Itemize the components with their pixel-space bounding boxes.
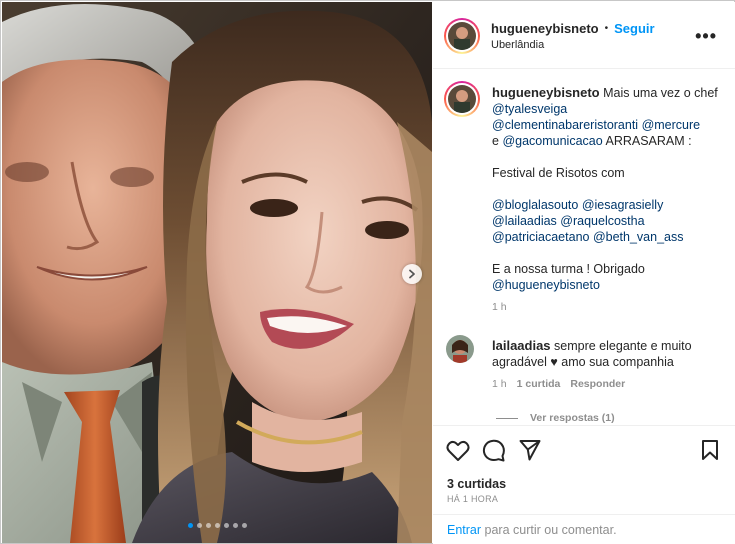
caption-text: e	[492, 134, 499, 148]
mention-link[interactable]: @tyalesveiga	[492, 102, 567, 116]
photo-image	[2, 2, 432, 543]
mention-link[interactable]: @mercure	[642, 118, 701, 132]
share-icon[interactable]	[519, 439, 541, 461]
carousel-dot	[232, 523, 238, 528]
post-header: hugueneybisneto • Seguir Uberlândia •••	[433, 2, 735, 69]
replies-divider	[496, 417, 518, 419]
mention-link[interactable]: @patriciacaetano	[492, 230, 589, 244]
caption-text: Mais uma vez o chef	[603, 86, 718, 100]
mention-link[interactable]: @raquelcostha	[560, 214, 644, 228]
commenter-avatar[interactable]	[446, 335, 474, 363]
caption-text: Festival de Risotos com	[492, 166, 625, 180]
mention-link[interactable]: @bloglalasouto	[492, 198, 578, 212]
avatar-image	[448, 85, 476, 113]
post-location[interactable]: Uberlândia	[491, 39, 544, 51]
separator-dot: •	[604, 23, 609, 34]
comment-timestamp[interactable]: 1 h	[492, 376, 507, 392]
view-replies-button[interactable]: Ver respostas (1)	[530, 410, 615, 426]
caption-text: E a nossa turma ! Obrigado	[492, 262, 645, 276]
heart-icon[interactable]	[446, 440, 470, 462]
commenter-username[interactable]: lailaadias	[492, 338, 551, 353]
post-side-panel: hugueneybisneto • Seguir Uberlândia ••• …	[433, 2, 735, 544]
carousel-dot	[187, 523, 193, 528]
mention-link[interactable]: @iesagrasielly	[582, 198, 663, 212]
more-options-icon[interactable]: •••	[695, 26, 717, 47]
carousel-dot	[241, 523, 247, 528]
chevron-right-icon	[409, 269, 415, 279]
carousel-dot	[196, 523, 202, 528]
post-photo[interactable]	[2, 2, 432, 543]
follow-button[interactable]: Seguir	[614, 21, 654, 36]
mention-link[interactable]: @hugueneybisneto	[492, 278, 600, 292]
author-username[interactable]: hugueneybisneto	[491, 21, 599, 36]
comment-item: lailaadias sempre elegante e muito agrad…	[492, 338, 724, 426]
avatar-image	[448, 22, 476, 50]
reply-button[interactable]: Responder	[570, 376, 625, 392]
caption-timestamp[interactable]: 1 h	[492, 299, 724, 315]
carousel-indicator	[2, 523, 432, 528]
mention-link[interactable]: @gacomunicacao	[502, 134, 602, 148]
caption-author-avatar[interactable]	[444, 81, 480, 117]
post-dialog: hugueneybisneto • Seguir Uberlândia ••• …	[0, 0, 735, 544]
carousel-dot	[205, 523, 211, 528]
post-caption: hugueneybisneto Mais uma vez o chef @tya…	[492, 85, 724, 315]
mention-link[interactable]: @beth_van_ass	[593, 230, 684, 244]
caption-username[interactable]: hugueneybisneto	[492, 85, 600, 100]
comment-text: amo sua companhia	[561, 355, 674, 369]
author-avatar[interactable]	[444, 18, 480, 54]
carousel-next-button[interactable]	[402, 264, 422, 284]
login-prompt-text: para curtir ou comentar.	[484, 523, 617, 537]
bookmark-icon[interactable]	[701, 439, 719, 461]
carousel-dot	[214, 523, 220, 528]
comment-likes[interactable]: 1 curtida	[517, 376, 561, 392]
mention-link[interactable]: @clementinabareristoranti	[492, 118, 638, 132]
avatar-image	[446, 335, 474, 363]
likes-count[interactable]: 3 curtidas	[447, 477, 506, 491]
post-timestamp[interactable]: HÁ 1 HORA	[447, 494, 498, 504]
caption-text: ARRASARAM :	[605, 134, 692, 148]
login-link[interactable]: Entrar	[447, 523, 481, 537]
mention-link[interactable]: @lailaadias	[492, 214, 557, 228]
comment-icon[interactable]	[482, 439, 506, 463]
carousel-dot	[223, 523, 229, 528]
heart-emoji: ♥	[550, 355, 558, 369]
add-comment-bar: Entrar para curtir ou comentar.	[433, 514, 735, 544]
